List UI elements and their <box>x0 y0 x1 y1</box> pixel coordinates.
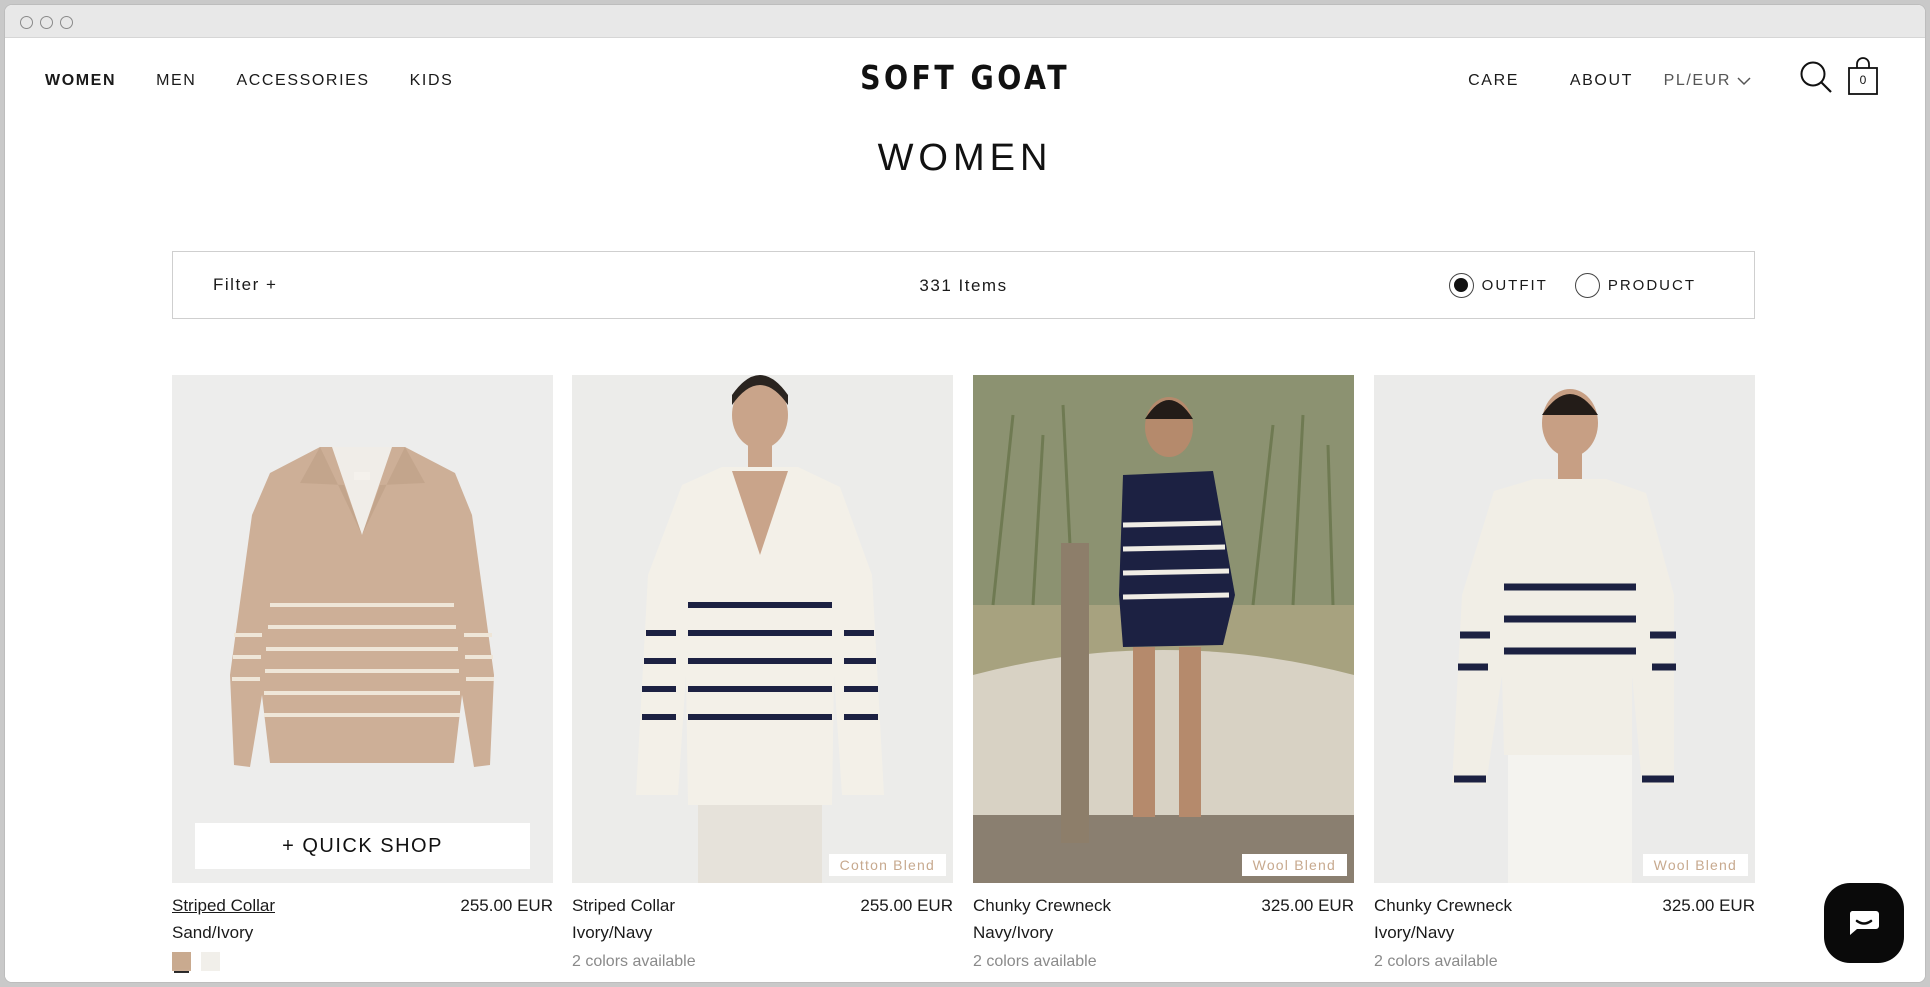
nav-care[interactable]: CARE <box>1468 72 1519 90</box>
view-outfit-radio[interactable]: OUTFIT <box>1448 273 1548 298</box>
product-meta: Striped Collar 255.00 EUR Sand/Ivory <box>172 883 553 982</box>
chat-button[interactable] <box>1824 883 1904 963</box>
product-price: 255.00 EUR <box>460 896 553 915</box>
color-swatches <box>172 952 220 971</box>
close-window-button[interactable] <box>20 16 33 29</box>
swatch-sand[interactable] <box>172 952 191 971</box>
product-meta: Striped Collar 255.00 EUR Ivory/Navy 2 c… <box>572 883 953 982</box>
view-product-radio[interactable]: PRODUCT <box>1574 273 1696 298</box>
cart-count: 0 <box>1859 73 1867 87</box>
model-photo-illustration <box>1374 375 1755 883</box>
product-name[interactable]: Striped Collar <box>172 896 275 916</box>
product-price: 325.00 EUR <box>1662 896 1755 915</box>
radio-selected-icon <box>1448 273 1474 298</box>
product-meta: Chunky Crewneck 325.00 EUR Ivory/Navy 2 … <box>1374 883 1755 982</box>
material-tag: Cotton Blend <box>828 854 946 876</box>
product-card[interactable]: + QUICK SHOP Striped Collar 255.00 EUR S… <box>172 375 553 982</box>
cart-button[interactable]: 0 <box>1847 56 1879 96</box>
page-content: WOMEN MEN ACCESSORIES KIDS SOFT GOAT CAR… <box>5 38 1925 982</box>
product-card[interactable]: Wool Blend Chunky Crewneck 325.00 EUR Iv… <box>1374 375 1755 982</box>
browser-window: WOMEN MEN ACCESSORIES KIDS SOFT GOAT CAR… <box>4 4 1926 983</box>
product-color: Ivory/Navy <box>572 923 653 942</box>
beach-photo-illustration <box>973 375 1354 883</box>
product-image[interactable]: Wool Blend <box>973 375 1354 883</box>
product-image[interactable]: Cotton Blend <box>572 375 953 883</box>
colors-available: 2 colors available <box>1374 953 1498 970</box>
colors-available: 2 colors available <box>973 953 1097 970</box>
brand-logo-text: SOFT GOAT <box>860 58 1070 97</box>
chevron-down-icon <box>1737 77 1751 86</box>
product-price: 255.00 EUR <box>860 896 953 915</box>
title-bar <box>5 5 1925 38</box>
product-grid: + QUICK SHOP Striped Collar 255.00 EUR S… <box>172 375 1755 982</box>
product-card[interactable]: Cotton Blend Striped Collar 255.00 EUR I… <box>572 375 953 982</box>
product-name[interactable]: Striped Collar <box>572 896 675 916</box>
sweater-flatlay-illustration <box>172 375 553 883</box>
product-image[interactable]: Wool Blend <box>1374 375 1755 883</box>
model-photo-illustration <box>572 375 953 883</box>
view-outfit-label: OUTFIT <box>1481 277 1548 294</box>
filter-button[interactable]: Filter + <box>213 275 277 295</box>
product-name[interactable]: Chunky Crewneck <box>1374 896 1512 916</box>
colors-available: 2 colors available <box>572 953 696 970</box>
product-color: Ivory/Navy <box>1374 923 1455 942</box>
search-icon[interactable] <box>1799 60 1833 94</box>
brand-logo[interactable]: SOFT GOAT <box>5 58 1925 97</box>
locale-selector[interactable]: PL/EUR <box>1664 72 1751 90</box>
nav-about[interactable]: ABOUT <box>1570 72 1633 90</box>
product-color: Sand/Ivory <box>172 923 254 942</box>
minimize-window-button[interactable] <box>40 16 53 29</box>
product-name[interactable]: Chunky Crewneck <box>973 896 1111 916</box>
view-toggle: OUTFIT PRODUCT <box>1448 273 1696 298</box>
product-color: Navy/Ivory <box>973 923 1054 942</box>
chat-icon <box>1849 911 1879 935</box>
zoom-window-button[interactable] <box>60 16 73 29</box>
product-card[interactable]: Wool Blend Chunky Crewneck 325.00 EUR Na… <box>973 375 1354 982</box>
radio-unselected-icon <box>1574 273 1600 298</box>
swatch-ivory[interactable] <box>201 952 220 971</box>
page-title: WOMEN <box>877 137 1053 179</box>
product-price: 325.00 EUR <box>1261 896 1354 915</box>
material-tag: Wool Blend <box>1241 854 1347 876</box>
product-meta: Chunky Crewneck 325.00 EUR Navy/Ivory 2 … <box>973 883 1354 982</box>
view-product-label: PRODUCT <box>1607 277 1696 294</box>
filter-bar: Filter + 331 Items OUTFIT PRODUCT <box>172 251 1755 319</box>
quick-shop-button[interactable]: + QUICK SHOP <box>195 823 530 869</box>
locale-label: PL/EUR <box>1663 72 1731 89</box>
material-tag: Wool Blend <box>1642 854 1748 876</box>
product-image[interactable]: + QUICK SHOP <box>172 375 553 883</box>
